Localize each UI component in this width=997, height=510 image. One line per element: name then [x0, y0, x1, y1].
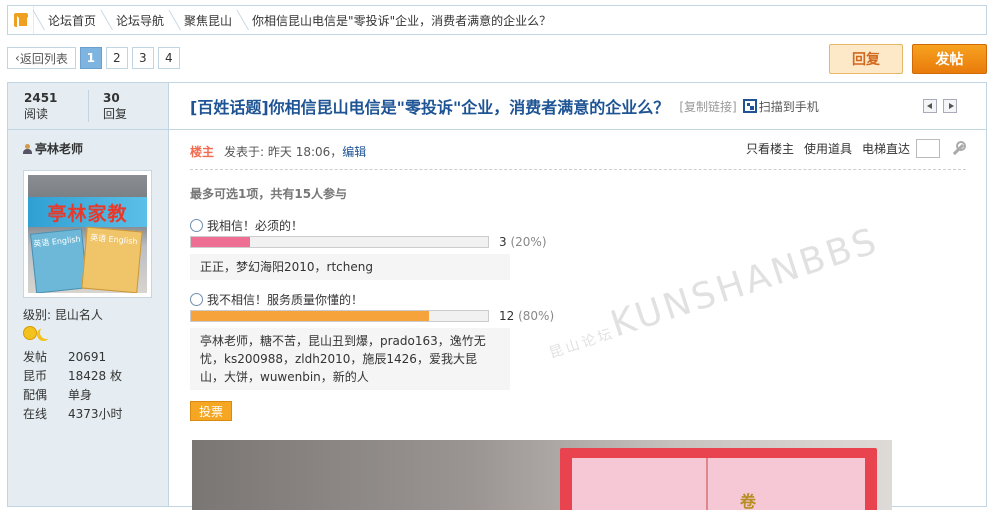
- post-main: [百姓话题]你相信昆山电信是"零投诉"企业，消费者满意的企业么？ [复制链接] …: [169, 83, 986, 510]
- thread-title-bar: [百姓话题]你相信昆山电信是"零投诉"企业，消费者满意的企业么？ [复制链接] …: [169, 83, 986, 130]
- avatar-book: 英语 English: [30, 228, 88, 293]
- profile-row: 在线 4373小时: [23, 407, 123, 421]
- poll-option-2[interactable]: 我不相信！服务质量你懂的！: [190, 291, 363, 308]
- back-to-list-button[interactable]: ‹ 返回列表: [7, 47, 76, 69]
- poll-option-1[interactable]: 我相信！必须的！: [190, 217, 303, 234]
- watermark-cn: 昆山论坛: [547, 325, 617, 362]
- avatar-image: 亭林家教 英语 English 英语 English: [28, 175, 147, 293]
- elevator-input[interactable]: [916, 139, 940, 158]
- only-op-link[interactable]: 只看楼主: [746, 140, 794, 157]
- replies-count: 30: [103, 91, 120, 105]
- new-post-button[interactable]: 发帖: [912, 44, 987, 74]
- thread-title: [百姓话题]你相信昆山电信是"零投诉"企业，消费者满意的企业么？: [190, 98, 670, 117]
- radio-button[interactable]: [190, 219, 203, 232]
- wrench-icon[interactable]: [950, 140, 966, 157]
- page-2-button[interactable]: 2: [105, 47, 128, 69]
- poll-percent: (80%): [518, 309, 555, 323]
- certificate-text: 卷: [740, 492, 757, 510]
- poll-bar-2: [190, 310, 489, 322]
- thread-container: 2451 阅读 30 回复 亭林老师 亭林家教 英语 English 英语 En…: [7, 82, 987, 510]
- author-panel: 亭林老师 亭林家教 英语 English 英语 English 级别: 昆山名人…: [8, 130, 168, 424]
- moon-medal-icon: [39, 326, 53, 340]
- profile-stats: 发帖 20691 昆币 18428 枚 配偶 单身 在线 4373小时: [23, 348, 168, 424]
- qr-code-icon[interactable]: [742, 99, 757, 113]
- avatar[interactable]: 亭林家教 英语 English 英语 English: [23, 170, 152, 298]
- divider: [190, 169, 966, 170]
- reply-button[interactable]: 回复: [829, 44, 903, 74]
- medals: [23, 326, 168, 340]
- watermark-brand: KUNSHANBBS: [605, 220, 884, 346]
- views-label: 阅读: [24, 107, 49, 121]
- profile-row: 昆币 18428 枚: [23, 369, 122, 383]
- author-sidebar: 2451 阅读 30 回复 亭林老师 亭林家教 英语 English 英语 En…: [8, 83, 169, 506]
- vote-button[interactable]: 投票: [190, 401, 232, 421]
- page-1-button[interactable]: 1: [79, 47, 102, 69]
- author-name: 亭林老师: [35, 142, 84, 156]
- poll-voters-1: 正正，梦幻海阳2010，rtcheng: [190, 254, 510, 280]
- poll-bar-fill-1: [191, 237, 251, 247]
- previous-thread-icon[interactable]: [923, 99, 937, 113]
- meta-separator: ，: [330, 145, 343, 159]
- profile-row: 发帖 20691: [23, 350, 107, 364]
- views-stat: 2451 阅读: [8, 90, 88, 129]
- avatar-text: 亭林家教: [47, 203, 128, 225]
- poll-voters-2: 亭林老师，糖不苦，昆山丑到爆，prado163，逸竹无忧，ks200988，zl…: [190, 328, 510, 390]
- poll-count: 12: [499, 309, 515, 323]
- poll-header: 最多可选1项，共有15人参与: [190, 187, 348, 201]
- post-image[interactable]: 卷: [192, 440, 892, 510]
- breadcrumb: 论坛首页 论坛导航 聚焦昆山 你相信昆山电信是"零投诉"企业，消费者满意的企业么…: [7, 5, 987, 35]
- thread-stats: 2451 阅读 30 回复: [8, 83, 168, 130]
- use-item-link[interactable]: 使用道具: [804, 140, 852, 157]
- thread-nav: [923, 99, 957, 113]
- sun-medal-icon: [23, 326, 37, 340]
- replies-stat: 30 回复: [88, 90, 168, 122]
- breadcrumb-item-thread[interactable]: 你相信昆山电信是"零投诉"企业，消费者满意的企业么？: [248, 12, 557, 29]
- poll-result-1: 3 (20%): [499, 235, 547, 249]
- poll-bar-fill-2: [191, 311, 429, 321]
- views-count: 2451: [24, 91, 58, 105]
- scan-to-phone-link[interactable]: 扫描到手机: [759, 98, 819, 115]
- poll-count: 3: [499, 235, 507, 249]
- post-tools: 只看楼主 使用道具 电梯直达: [746, 139, 966, 158]
- avatar-book: 英语 English: [81, 226, 143, 293]
- elevator-label: 电梯直达: [861, 142, 910, 156]
- page-4-button[interactable]: 4: [157, 47, 180, 69]
- back-to-list-label: 返回列表: [19, 51, 68, 66]
- copy-link[interactable]: [复制链接]: [679, 98, 736, 115]
- poll-bar-1: [190, 236, 489, 248]
- pager: ‹ 返回列表 1 2 3 4: [7, 47, 180, 69]
- poll-result-2: 12 (80%): [499, 309, 554, 323]
- radio-button[interactable]: [190, 293, 203, 306]
- watermark: 昆山论坛KUNSHANBBS: [541, 220, 884, 366]
- post-time: 发表于: 昨天 18:06: [224, 145, 331, 159]
- author-name-link[interactable]: 亭林老师: [23, 140, 168, 157]
- post-meta: 楼主 发表于: 昨天 18:06 ， 编辑: [190, 143, 366, 160]
- page-3-button[interactable]: 3: [131, 47, 154, 69]
- op-badge: 楼主: [190, 145, 215, 159]
- user-level: 级别: 昆山名人: [23, 308, 103, 322]
- poll-percent: (20%): [510, 235, 547, 249]
- next-thread-icon[interactable]: [943, 99, 957, 113]
- edit-link[interactable]: 编辑: [342, 143, 366, 160]
- user-icon: [23, 143, 32, 154]
- poll-option-label: 我不相信！服务质量你懂的！: [207, 293, 364, 307]
- profile-row: 配偶 单身: [23, 388, 93, 402]
- replies-label: 回复: [103, 107, 128, 121]
- poll-option-label: 我相信！必须的！: [207, 219, 304, 233]
